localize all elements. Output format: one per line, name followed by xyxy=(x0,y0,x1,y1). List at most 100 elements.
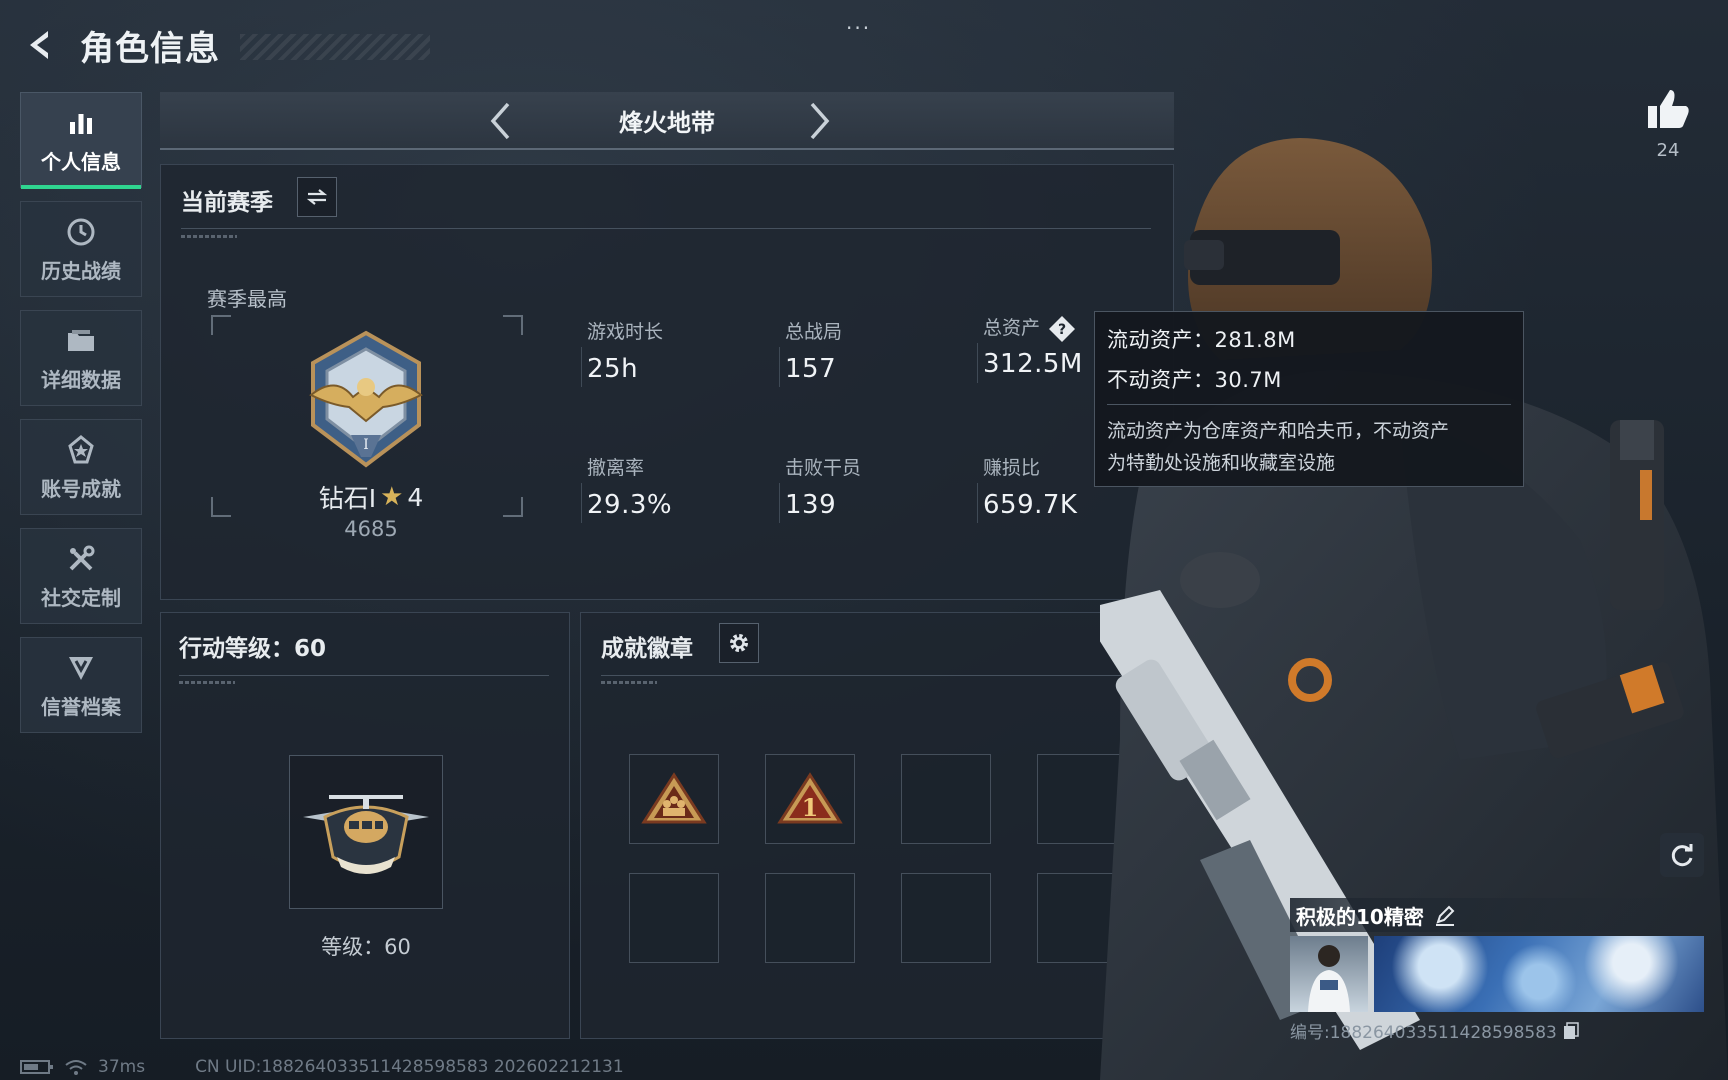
side-nav: 个人信息 历史战绩 详细数据 账号成就 社交定制 信誉档案 xyxy=(20,92,142,746)
level-panel: 行动等级：60 等级：60 xyxy=(160,612,570,1039)
rotate-icon xyxy=(1671,844,1693,867)
edit-pencil-icon[interactable] xyxy=(1434,904,1456,926)
assets-tooltip: 流动资产：281.8M 不动资产：30.7M 流动资产为仓库资产和哈夫币，不动资… xyxy=(1094,311,1524,487)
svg-text:I: I xyxy=(363,437,369,453)
nav-label: 信誉档案 xyxy=(41,694,121,719)
avatar[interactable] xyxy=(1290,936,1368,1012)
player-card: 积极的10精密 编号:18826403351142859858​3 xyxy=(1290,898,1705,1048)
nav-item-personal-info[interactable]: 个人信息 xyxy=(20,92,142,189)
stat-label: 撤离率 xyxy=(587,457,645,479)
season-best-label: 赛季最高 xyxy=(207,287,287,311)
divider-accent xyxy=(181,235,237,238)
history-icon xyxy=(64,215,98,249)
stat-value: 139 xyxy=(785,490,837,520)
stat-label: 赚损比 xyxy=(983,457,1041,479)
stat-total-matches: 总战局 157 xyxy=(778,317,843,387)
stat-operators-defeated: 击败干员 139 xyxy=(778,453,862,523)
svg-text:?: ? xyxy=(1058,322,1066,338)
stat-value: 312.5M xyxy=(983,348,1083,379)
profile-banner[interactable] xyxy=(1374,936,1704,1012)
chevron-right-icon[interactable] xyxy=(800,100,840,142)
badge-settings-button[interactable] xyxy=(719,623,759,663)
badge-slot-7[interactable] xyxy=(901,873,991,963)
rank-name-text: 钻石I xyxy=(318,484,377,513)
medal-icon xyxy=(64,433,98,467)
rank-stars: 4 xyxy=(407,482,424,512)
folder-icon xyxy=(64,324,98,358)
rank-name: 钻石I ★ 4 xyxy=(306,479,436,515)
badges-title: 成就徽章 xyxy=(601,636,693,662)
diamond-rank-emblem-icon: I xyxy=(291,325,441,475)
more-menu-icon[interactable]: ... xyxy=(846,10,871,34)
stat-total-assets: 总资产? 312.5M xyxy=(977,313,1083,383)
chevron-left-icon[interactable] xyxy=(480,100,520,142)
tooltip-liquid-assets: 流动资产：281.8M xyxy=(1107,328,1296,352)
season-panel: 当前赛季 赛季最高 I 钻石I ★ 4 4685 游戏时长 25h 总战局 15… xyxy=(160,164,1174,600)
badges-panel: 成就徽章 1 xyxy=(580,612,1174,1039)
level-emblem xyxy=(289,755,443,909)
copy-icon[interactable] xyxy=(1563,1021,1579,1040)
player-id-text: 编号:18826403351142859858​3 xyxy=(1290,1023,1557,1043)
badge-slot-2[interactable]: 1 xyxy=(765,754,855,844)
stat-extraction-rate: 撤离率 29.3% xyxy=(580,453,673,523)
divider xyxy=(601,675,1161,676)
status-footer: 37ms CN UID:18826403351142859858​3 20260… xyxy=(20,1056,624,1078)
player-name: 积极的10精密 xyxy=(1296,904,1424,929)
badge-slot-1[interactable] xyxy=(629,754,719,844)
level-title: 行动等级：60 xyxy=(179,636,327,662)
stat-label: 击败干员 xyxy=(785,457,862,479)
stat-label-text: 总资产 xyxy=(983,317,1041,339)
stat-value: 29.3% xyxy=(587,490,673,520)
rotate-model-button[interactable] xyxy=(1660,833,1704,877)
number-one-triangle-badge-icon: 1 xyxy=(777,772,843,824)
nav-item-history[interactable]: 历史战绩 xyxy=(20,201,142,297)
nav-label: 社交定制 xyxy=(41,585,121,610)
nav-label: 账号成就 xyxy=(41,476,121,501)
stat-value: 157 xyxy=(785,354,837,384)
level-text: 等级：60 xyxy=(321,935,411,959)
stat-label: 总资产? xyxy=(983,313,1083,343)
badge-slot-3[interactable] xyxy=(901,754,991,844)
season-title: 当前赛季 xyxy=(181,190,273,216)
stat-profit-loss-ratio: 赚损比 659.7K xyxy=(976,453,1078,523)
stat-label: 游戏时长 xyxy=(587,321,664,343)
top-bar: 角色信息 xyxy=(20,22,430,69)
stat-value: 659.7K xyxy=(983,490,1078,520)
nav-label: 历史战绩 xyxy=(41,258,121,283)
nav-item-social-custom[interactable]: 社交定制 xyxy=(20,528,142,624)
divider xyxy=(181,228,1151,229)
stat-label: 总战局 xyxy=(785,321,843,343)
badge-slot-6[interactable] xyxy=(765,873,855,963)
tooltip-desc-line2: 为特勤处设施和收藏室设施 xyxy=(1107,452,1336,474)
mode-title: 烽火地带 xyxy=(619,108,715,137)
tooltip-fixed-assets: 不动资产：30.7M xyxy=(1107,368,1282,392)
divider-accent xyxy=(179,681,235,684)
title-decoration xyxy=(240,34,430,60)
tooltip-divider xyxy=(1107,404,1511,405)
stat-playtime: 游戏时长 25h xyxy=(580,317,664,387)
nav-item-reputation[interactable]: 信誉档案 xyxy=(20,637,142,733)
divider xyxy=(179,675,549,676)
switch-season-button[interactable] xyxy=(297,177,337,217)
svg-text:1: 1 xyxy=(802,793,819,822)
battery-icon xyxy=(20,1060,53,1074)
wifi-icon xyxy=(65,1060,87,1075)
uid-text: CN UID:18826403351142859858​3 2026022121… xyxy=(195,1057,624,1077)
help-icon[interactable]: ? xyxy=(1048,315,1076,343)
ping-text: 37ms xyxy=(98,1057,146,1077)
rank-points: 4685 xyxy=(344,517,398,541)
helicopter-emblem-icon xyxy=(303,795,429,874)
nav-label: 个人信息 xyxy=(41,149,121,174)
gear-icon xyxy=(730,634,748,652)
nav-item-achievements[interactable]: 账号成就 xyxy=(20,419,142,515)
mode-selector: 烽火地带 xyxy=(160,92,1174,150)
stat-value: 25h xyxy=(587,354,639,384)
back-arrow-icon[interactable] xyxy=(20,25,60,65)
badge-slot-5[interactable] xyxy=(629,873,719,963)
thumbs-up-icon[interactable] xyxy=(1646,88,1690,130)
nav-item-detailed-data[interactable]: 详细数据 xyxy=(20,310,142,406)
squad-triangle-badge-icon xyxy=(641,772,707,824)
divider-accent xyxy=(601,681,657,684)
tooltip-desc-line1: 流动资产为仓库资产和哈夫币，不动资产 xyxy=(1107,420,1450,442)
tools-icon xyxy=(64,542,98,576)
